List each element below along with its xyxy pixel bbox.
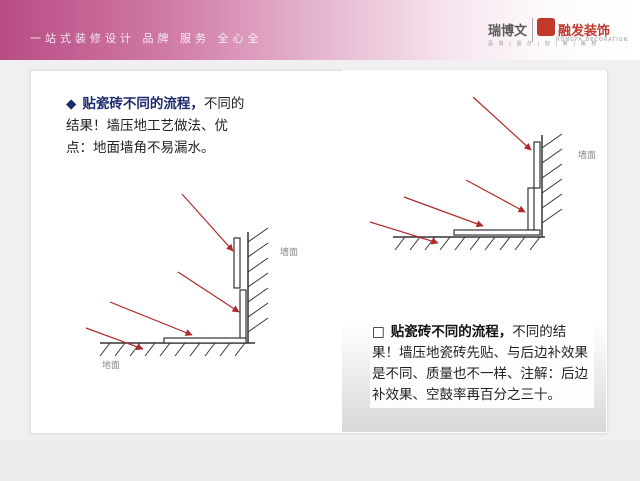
text-block-2-lead: □ 贴瓷砖不同的流程， (372, 324, 512, 340)
tile-diagram: 墙面 地面 墙面 (85, 96, 596, 371)
text-block-1-lead: ◆ 贴瓷砖不同的流程， (66, 96, 204, 112)
wall-label-1: 墙面 (280, 246, 298, 258)
text-block-wall-press-floor: ◆ 贴瓷砖不同的流程，不同的结果！墙压地工艺做法、优点：地面墙角不易漏水。 (66, 93, 246, 159)
diagram-wall-press-floor: 墙面 地面 (85, 193, 298, 371)
text-block-1-lead-text: 贴瓷砖不同的流程， (82, 96, 204, 112)
diamond-bullet-icon: ◆ (66, 96, 77, 112)
text-block-2-lead-text: 贴瓷砖不同的流程， (390, 324, 513, 340)
footer-strip (0, 440, 640, 481)
floor-label-1: 地面 (102, 359, 120, 371)
wall-label-2: 墙面 (578, 149, 596, 161)
text-block-floor-first: □ 贴瓷砖不同的流程，不同的结果！墙压地瓷砖先贴、与后边补效果是不同、质量也不一样… (370, 320, 594, 408)
diagram-floor-then-wall: 墙面 (369, 96, 596, 251)
square-bullet-icon: □ (372, 324, 385, 340)
